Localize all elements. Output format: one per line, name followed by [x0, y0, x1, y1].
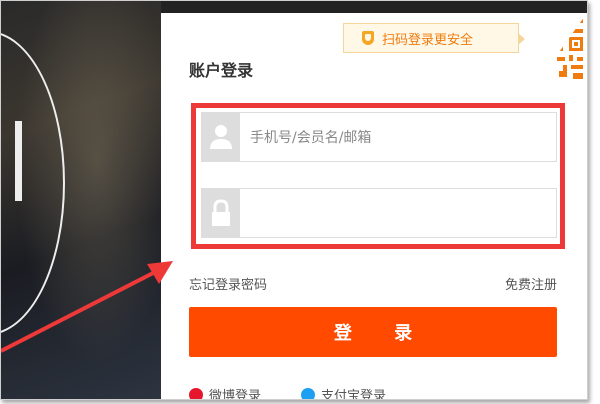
screenshot-frame: 账户登录 扫码登录更安全 手机号/会员名/邮箱 忘记登录密码 免费注册 登 录 … — [0, 0, 588, 400]
username-input[interactable] — [248, 113, 552, 163]
qr-fold — [537, 13, 587, 83]
forgot-password-link[interactable]: 忘记登录密码 — [189, 274, 267, 293]
username-field[interactable] — [201, 112, 557, 163]
page-title: 账户登录 — [189, 61, 254, 80]
alipay-icon — [301, 387, 315, 399]
background-image — [1, 1, 161, 399]
login-button[interactable]: 登 录 — [189, 307, 557, 357]
decorative-symbol — [1, 121, 22, 201]
weibo-icon — [189, 387, 203, 399]
password-field[interactable] — [201, 188, 557, 239]
qr-code-icon[interactable] — [537, 13, 587, 83]
weibo-login[interactable]: 微博登录 — [189, 385, 262, 400]
shield-icon — [362, 31, 374, 45]
qr-login-tip[interactable]: 扫码登录更安全 — [343, 23, 525, 53]
alipay-login-label: 支付宝登录 — [321, 389, 387, 400]
alipay-login[interactable]: 支付宝登录 — [301, 385, 387, 400]
password-input[interactable] — [248, 189, 552, 239]
login-panel: 账户登录 扫码登录更安全 手机号/会员名/邮箱 忘记登录密码 免费注册 登 录 … — [161, 13, 587, 399]
qr-tip-label: 扫码登录更安全 — [382, 32, 474, 48]
register-link[interactable]: 免费注册 — [505, 274, 557, 293]
weibo-login-label: 微博登录 — [209, 389, 262, 400]
tip-arrow — [518, 33, 525, 45]
user-icon — [202, 113, 240, 161]
lock-icon — [202, 189, 240, 237]
